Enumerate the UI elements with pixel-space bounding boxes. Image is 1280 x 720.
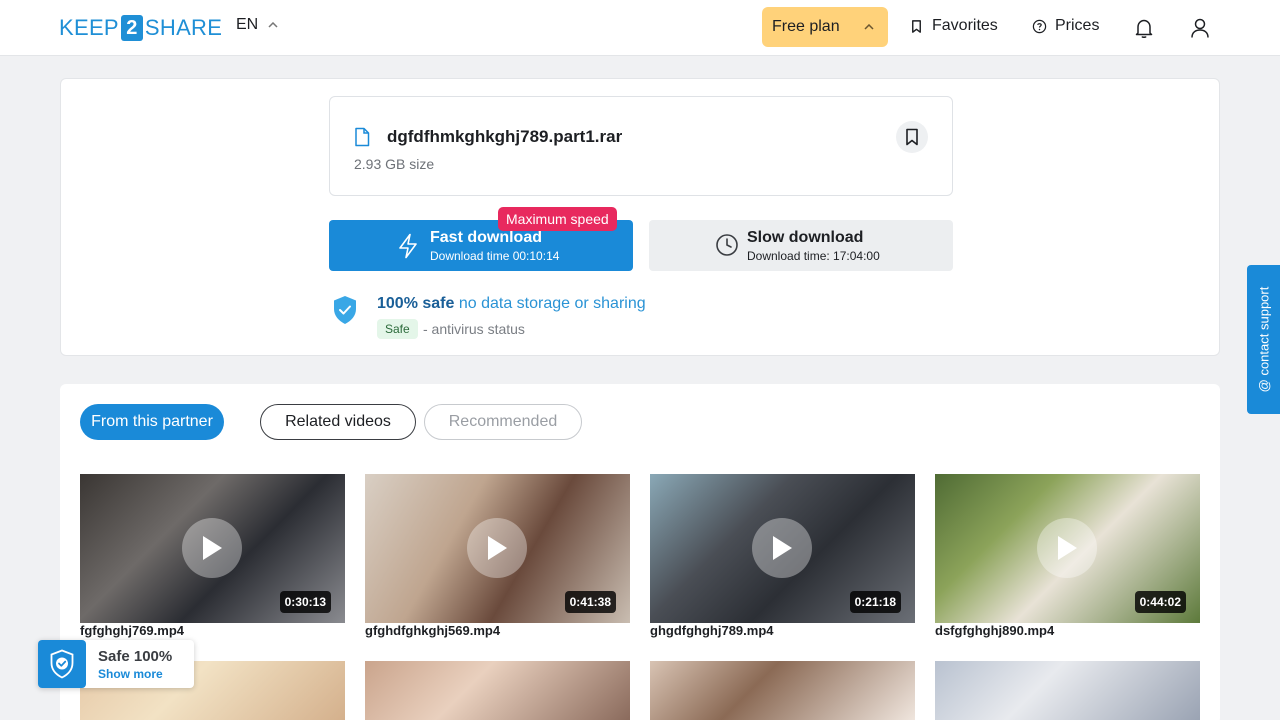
fast-download-title: Fast download [430,229,542,246]
safe-light-text: no data storage or sharing [454,295,646,312]
file-icon [355,127,370,147]
file-size: 2.93 GB size [354,156,435,172]
tab-from-this-partner[interactable]: From this partner [80,404,224,440]
favorites-link[interactable]: Favorites [909,17,998,35]
video-thumbnail[interactable] [365,661,630,720]
shield-check-icon [334,296,356,324]
tab-recommended[interactable]: Recommended [424,404,582,440]
play-button[interactable] [182,518,242,578]
maximum-speed-badge: Maximum speed [498,207,617,231]
safe-statement: 100% safe no data storage or sharing [377,295,646,313]
language-label: EN [236,16,259,33]
user-icon [1191,18,1209,38]
video-thumbnail[interactable]: 0:21:18 [650,474,915,623]
video-duration: 0:41:38 [564,591,616,613]
tab-related-videos[interactable]: Related videos [260,404,416,440]
play-button[interactable] [752,518,812,578]
video-thumbnail[interactable]: 0:41:38 [365,474,630,623]
bookmark-icon [912,19,921,33]
safe-widget-title: Safe 100% [98,648,173,665]
video-file-name[interactable]: fgfghghj769.mp4 [80,623,184,638]
bookmark-icon [906,128,918,146]
contact-support-tab[interactable]: @ contact support [1247,265,1280,414]
keep2share-logo[interactable]: KEEP 2 SHARE [59,14,222,42]
video-file-name[interactable]: gfghdfghkghj569.mp4 [365,623,500,638]
bell-icon [1135,19,1153,38]
video-file-name[interactable]: dsfgfghghj890.mp4 [935,623,1054,638]
prices-label: Prices [1055,17,1100,34]
show-more-link[interactable]: Show more [98,667,163,681]
safe-widget[interactable]: Safe 100% Show more [38,640,194,688]
chevron-up-icon [864,24,874,30]
video-duration: 0:44:02 [1134,591,1186,613]
play-button[interactable] [467,518,527,578]
contact-support-label: @ contact support [1256,286,1272,393]
antivirus-status-label: - antivirus status [423,321,525,337]
video-thumbnail[interactable] [650,661,915,720]
file-name: dgfdfhmkghkghj789.part1.rar [387,127,623,146]
safe-strong-text: 100% safe [377,295,455,312]
play-icon [1058,536,1077,560]
antivirus-safe-badge: Safe [377,319,418,339]
favorites-label: Favorites [932,17,998,34]
slow-download-title: Slow download [747,229,864,246]
safe-widget-badge [38,640,86,688]
shield-check-icon [50,649,74,679]
video-thumbnail[interactable]: 0:30:13 [80,474,345,623]
file-card: dgfdfhmkghkghj789.part1.rar 2.93 GB size… [60,78,1220,356]
logo-text-mid: 2 [120,15,143,41]
play-icon [203,536,222,560]
prices-link[interactable]: Prices [1032,17,1099,35]
videos-card: From this partner Related videos Recomme… [60,384,1220,720]
play-button[interactable] [1037,518,1097,578]
video-duration: 0:21:18 [849,591,901,613]
lightning-icon [399,233,417,259]
play-icon [773,536,792,560]
account-button[interactable] [1186,14,1214,42]
top-header: KEEP 2 SHARE EN Free plan Favorites Pric… [0,0,1280,56]
logo-text-left: KEEP [59,15,119,40]
slow-download-time: Download time: 17:04:00 [747,249,880,263]
video-duration: 0:30:13 [279,591,331,613]
logo-text-right: SHARE [144,15,223,40]
plan-label: Free plan [772,18,840,35]
language-selector[interactable]: EN [236,16,278,34]
chevron-up-icon [268,22,278,28]
video-file-name[interactable]: ghgdfghghj789.mp4 [650,623,774,638]
free-plan-button[interactable]: Free plan [762,7,888,47]
help-circle-icon [1032,19,1047,33]
file-info-box: dgfdfhmkghkghj789.part1.rar 2.93 GB size [329,96,953,196]
play-icon [488,536,507,560]
video-thumbnail[interactable]: 0:44:02 [935,474,1200,623]
notifications-button[interactable] [1130,14,1158,42]
fast-download-time: Download time 00:10:14 [430,249,560,263]
clock-icon [716,234,738,256]
slow-download-button[interactable]: Slow download Download time: 17:04:00 [649,220,953,271]
video-thumbnail[interactable] [935,661,1200,720]
bookmark-button[interactable] [896,121,928,153]
